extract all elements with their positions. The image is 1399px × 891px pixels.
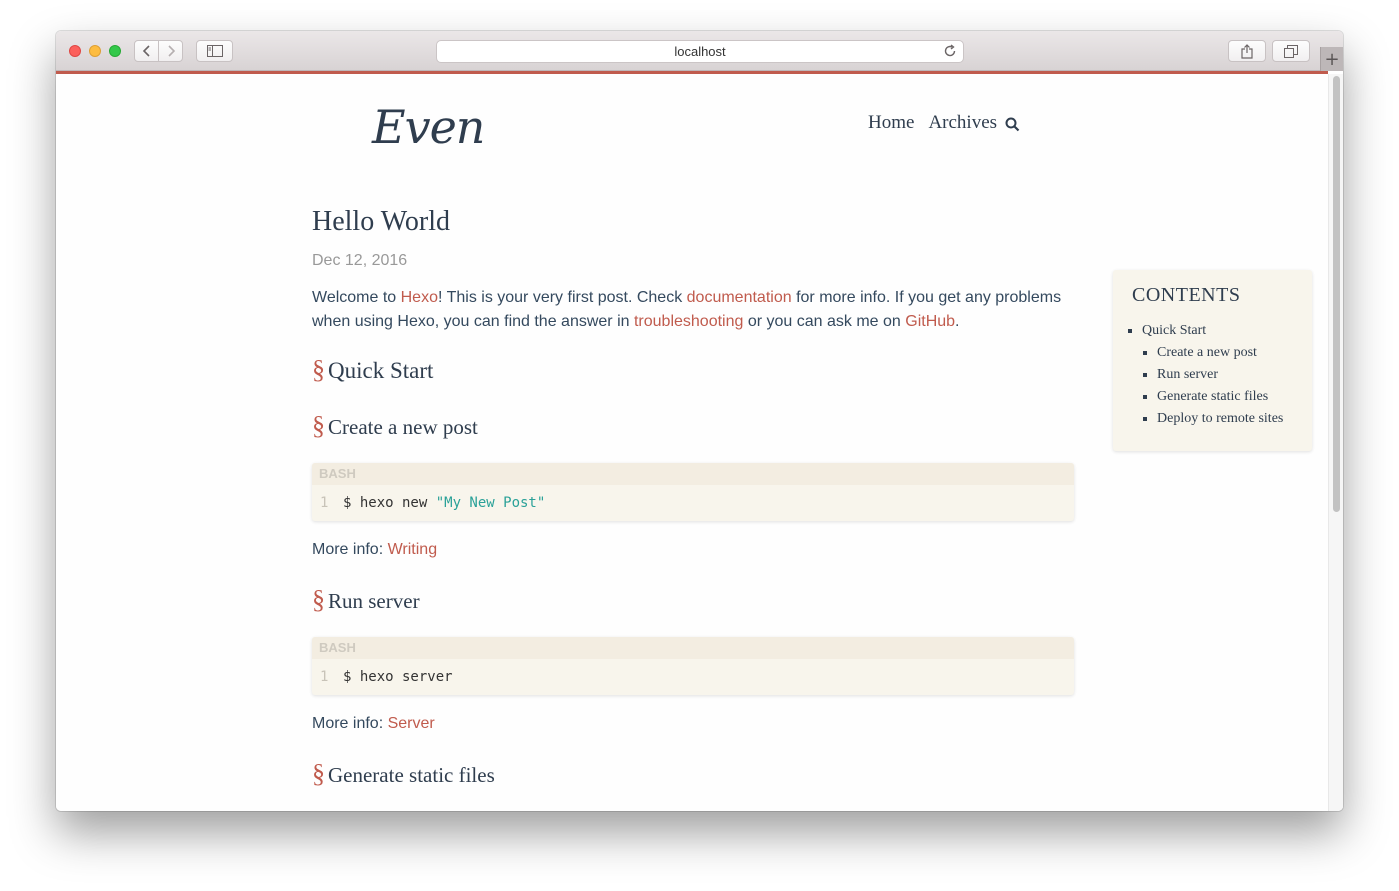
server-link[interactable]: Server: [388, 715, 435, 732]
heading-run-server: § Run server: [312, 585, 1074, 615]
nav-archives-link[interactable]: Archives: [928, 112, 997, 134]
vertical-scrollbar[interactable]: [1328, 74, 1343, 811]
heading-text: Run server: [328, 589, 420, 613]
post-intro: Welcome to Hexo! This is your very first…: [312, 286, 1074, 334]
heading-text: Create a new post: [328, 415, 478, 439]
code-block-new-post: BASH 1 $ hexo new "My New Post": [312, 463, 1074, 521]
heading-text: Generate static files: [328, 763, 495, 787]
search-icon[interactable]: [1005, 117, 1020, 132]
intro-text: ! This is your very first post. Check: [437, 289, 687, 306]
plus-icon: +: [1324, 48, 1340, 70]
minimize-window-button[interactable]: [89, 45, 101, 57]
toc-title: CONTENTS: [1132, 284, 1241, 306]
share-button[interactable]: [1228, 40, 1266, 62]
table-of-contents: CONTENTS Quick Start Create a new post R…: [1113, 270, 1312, 451]
back-button[interactable]: [134, 40, 159, 62]
back-icon: [142, 45, 150, 57]
post-article: Hello World Dec 12, 2016 Welcome to Hexo…: [312, 206, 1074, 789]
scrollbar-thumb[interactable]: [1333, 76, 1340, 512]
toc-list: Quick Start Create a new post Run server…: [1132, 320, 1293, 430]
code-line: 1 $ hexo new "My New Post": [312, 485, 1074, 521]
line-number: 1: [320, 669, 329, 685]
more-info-label: More info:: [312, 715, 388, 732]
title-bar: localhost +: [56, 31, 1343, 71]
maximize-window-button[interactable]: [109, 45, 121, 57]
sidebar-toggle-button[interactable]: [196, 40, 233, 62]
toc-sublist: Create a new post Run server Generate st…: [1142, 342, 1293, 430]
more-info-writing: More info: Writing: [312, 541, 1074, 559]
tabs-icon: [1284, 44, 1298, 58]
toc-item-quick-start[interactable]: Quick Start Create a new post Run server…: [1142, 320, 1293, 430]
page-viewport: Even Home Archives Hello World Dec 12, 2…: [56, 74, 1343, 811]
address-text: localhost: [674, 44, 726, 59]
nav-home-link[interactable]: Home: [868, 112, 914, 134]
heading-quick-start: § Quick Start: [312, 355, 1074, 385]
documentation-link[interactable]: documentation: [687, 289, 792, 306]
troubleshooting-link[interactable]: troubleshooting: [634, 313, 743, 330]
section-anchor-icon[interactable]: §: [312, 355, 325, 385]
show-tabs-button[interactable]: [1272, 40, 1310, 62]
post-date: Dec 12, 2016: [312, 252, 408, 269]
browser-window: localhost + Even Home Archives Hello Wor…: [56, 31, 1343, 811]
heading-create-post: § Create a new post: [312, 411, 1074, 441]
more-info-server: More info: Server: [312, 715, 1074, 733]
reload-icon[interactable]: [943, 44, 957, 58]
toc-item-generate-static[interactable]: Generate static files: [1157, 386, 1293, 408]
toc-link[interactable]: Quick Start: [1142, 323, 1206, 338]
site-logo[interactable]: Even: [372, 100, 485, 154]
address-bar[interactable]: localhost: [436, 40, 964, 63]
code-language-label: BASH: [312, 463, 1074, 485]
new-tab-button[interactable]: +: [1320, 47, 1343, 71]
close-window-button[interactable]: [69, 45, 81, 57]
intro-text: .: [955, 313, 960, 330]
intro-text: or you can ask me on: [743, 313, 906, 330]
writing-link[interactable]: Writing: [388, 541, 438, 558]
more-info-label: More info:: [312, 541, 388, 558]
code-line: 1 $ hexo server: [312, 659, 1074, 695]
section-anchor-icon[interactable]: §: [312, 585, 325, 615]
hexo-link[interactable]: Hexo: [401, 289, 438, 306]
code-block-run-server: BASH 1 $ hexo server: [312, 637, 1074, 695]
intro-text: Welcome to: [312, 289, 401, 306]
forward-icon: [167, 45, 175, 57]
sidebar-icon: [206, 45, 223, 57]
heading-generate-static: § Generate static files: [312, 759, 1074, 789]
forward-button[interactable]: [158, 40, 183, 62]
main-nav: Home Archives: [868, 112, 1020, 134]
code-string: "My New Post": [435, 495, 546, 511]
code-command: $ hexo server: [343, 669, 453, 685]
heading-text: Quick Start: [328, 358, 434, 383]
toc-item-create-post[interactable]: Create a new post: [1157, 342, 1293, 364]
post-title: Hello World: [312, 206, 450, 237]
toc-item-run-server[interactable]: Run server: [1157, 364, 1293, 386]
section-anchor-icon[interactable]: §: [312, 759, 325, 789]
github-link[interactable]: GitHub: [905, 313, 955, 330]
section-anchor-icon[interactable]: §: [312, 411, 325, 441]
line-number: 1: [320, 495, 329, 511]
code-language-label: BASH: [312, 637, 1074, 659]
toc-item-deploy[interactable]: Deploy to remote sites: [1157, 408, 1293, 430]
code-command: $ hexo new: [343, 495, 436, 511]
share-icon: [1241, 43, 1253, 59]
